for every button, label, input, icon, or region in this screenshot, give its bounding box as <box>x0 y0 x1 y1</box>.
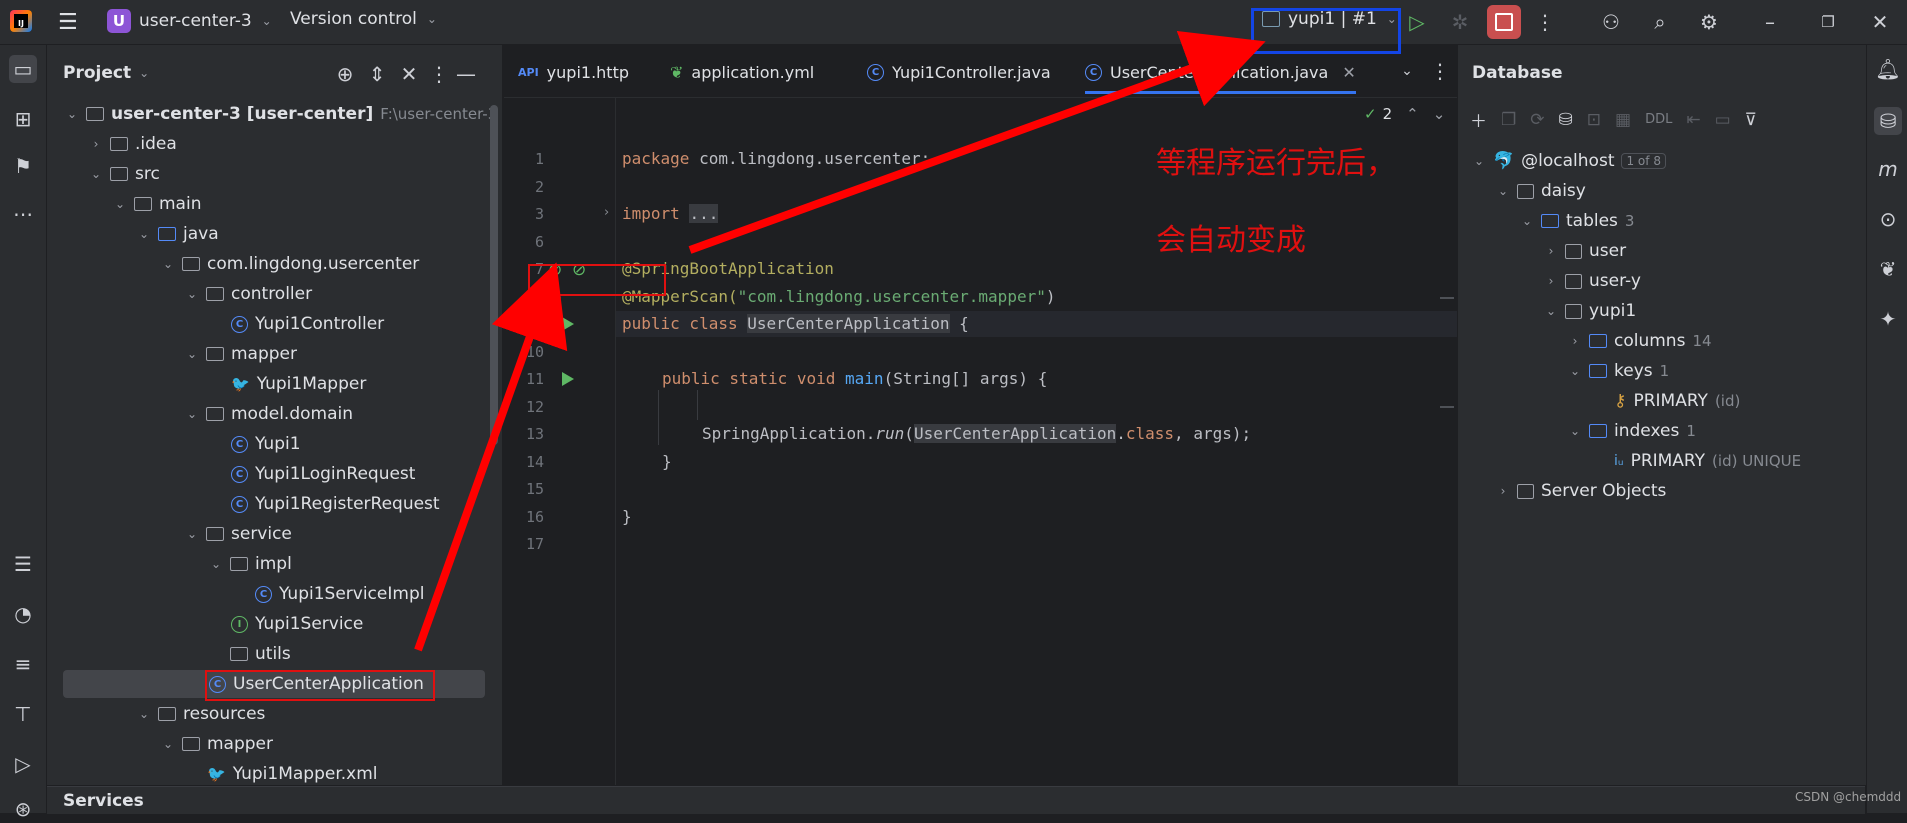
arrow-tree-to-gutter <box>414 262 568 652</box>
annotation-arrows <box>414 31 1266 652</box>
arrow-gutter-to-run-config <box>688 31 1266 254</box>
